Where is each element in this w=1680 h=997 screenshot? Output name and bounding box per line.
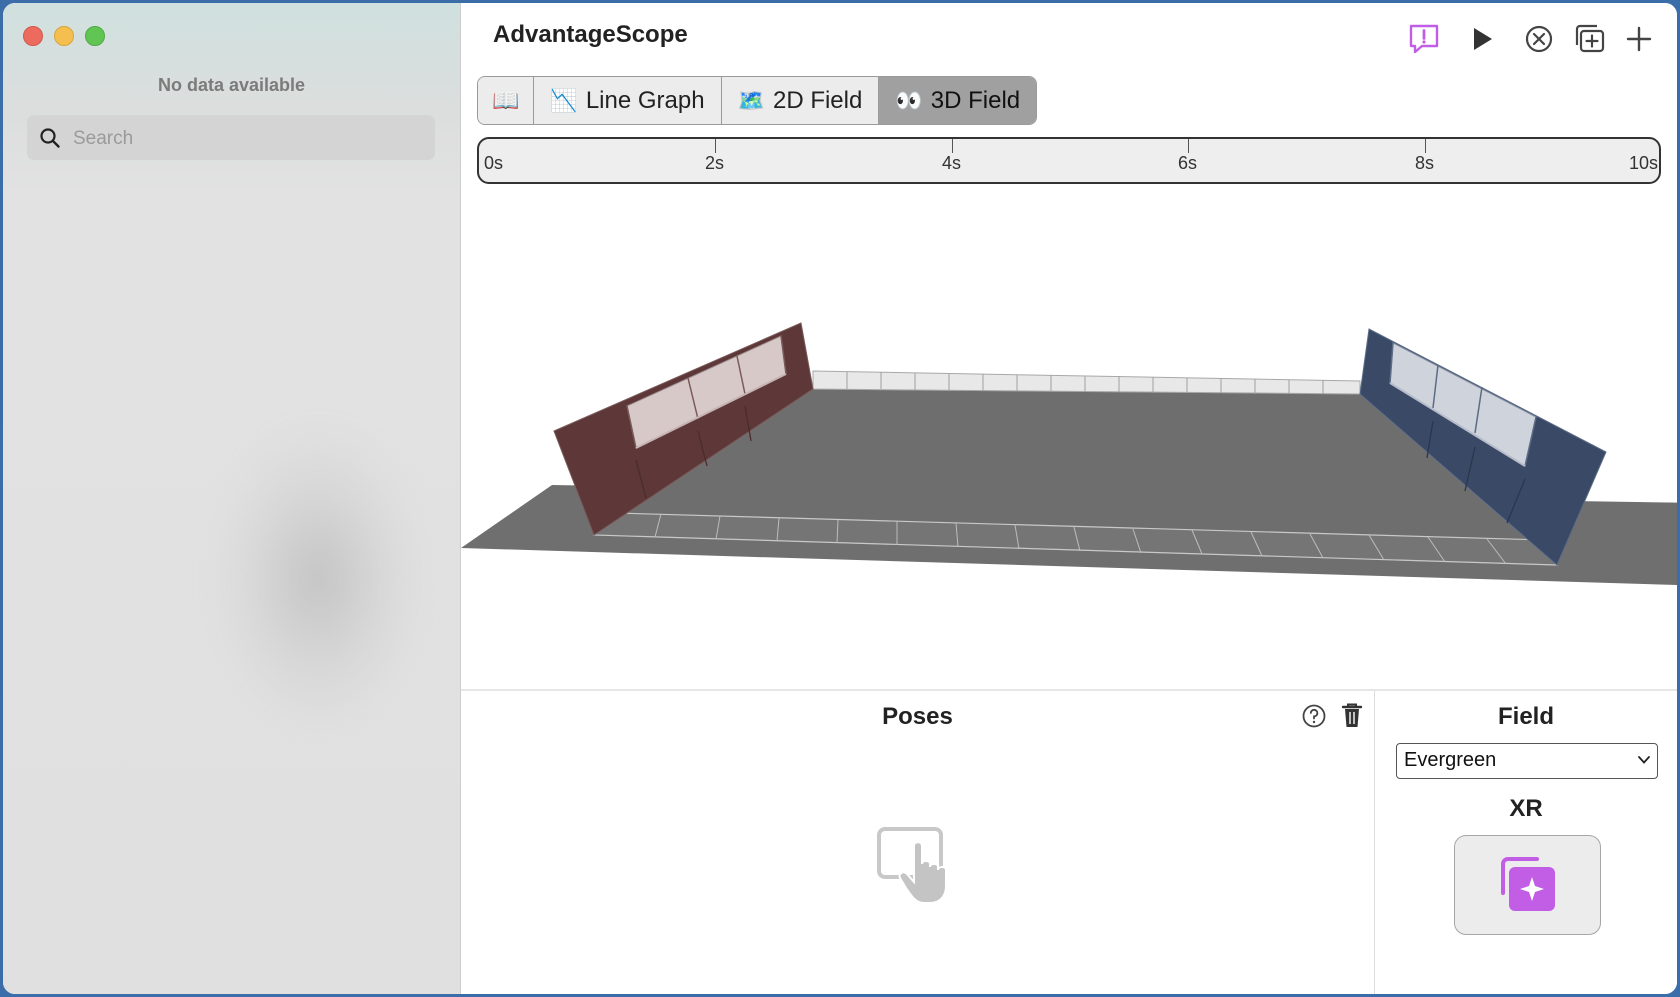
maximize-window-button[interactable] (85, 26, 105, 46)
poses-title: Poses (882, 703, 953, 730)
book-icon: 📖 (492, 87, 520, 113)
no-data-message: No data available (157, 75, 306, 95)
xr-title: XR (1509, 795, 1543, 822)
timeline-label: 8s (1415, 153, 1435, 173)
timeline-label: 0s (484, 153, 504, 173)
tab-2d-field[interactable]: 🗺️ 2D Field (721, 77, 880, 124)
timeline-label: 6s (1178, 153, 1198, 173)
sidebar-background-blur (218, 433, 418, 723)
bottom-panel: Poses Field Evergreen XR (461, 689, 1677, 994)
tab-label: 3D Field (930, 86, 1021, 114)
tab-line-graph[interactable]: 📉 Line Graph (534, 77, 722, 124)
chevron-down-icon (1638, 756, 1650, 764)
feedback-icon (1409, 24, 1439, 54)
play-icon (1474, 28, 1492, 50)
eyes-icon: 👀 (895, 87, 923, 113)
trash-icon[interactable] (1340, 702, 1364, 730)
timeline-label: 2s (705, 153, 725, 173)
field-select-value: Evergreen (1404, 749, 1497, 771)
timeline[interactable]: 0s 2s 4s 6s 8s 10s (477, 137, 1661, 184)
tab-bar: 📖 📉 Line Graph 🗺️ 2D Field 👀 3D Field (477, 76, 1038, 125)
main-panel: AdvantageScope 📖 📉 Line Graph 🗺️ 2D Fiel… (461, 3, 1677, 994)
timeline-label: 10s (1629, 153, 1659, 173)
play-button[interactable] (1463, 21, 1499, 57)
xr-icon (1501, 857, 1555, 911)
field-select[interactable]: Evergreen (1396, 743, 1658, 779)
3d-field-view[interactable] (461, 198, 1677, 688)
search-input[interactable] (71, 115, 425, 162)
field-panel: Field Evergreen XR (1375, 691, 1677, 994)
timeline-label: 4s (942, 153, 962, 173)
new-window-button[interactable] (1571, 21, 1607, 57)
new-window-icon (1575, 24, 1605, 53)
feedback-button[interactable] (1406, 21, 1442, 57)
add-tab-button[interactable] (1621, 21, 1657, 57)
timeline-tick (952, 139, 953, 153)
timeline-tick (1188, 139, 1189, 153)
minimize-window-button[interactable] (54, 26, 74, 46)
sidebar: No data available (3, 3, 461, 994)
drag-here-icon (877, 827, 947, 904)
tab-label: 2D Field (772, 86, 863, 114)
close-tab-icon (1525, 25, 1553, 53)
app-title: AdvantageScope (493, 21, 688, 48)
timeline-tick (1425, 139, 1426, 153)
tab-3d-field[interactable]: 👀 3D Field (879, 77, 1037, 124)
line-graph-icon: 📉 (550, 87, 578, 113)
add-tab-icon (1626, 26, 1652, 52)
tab-label: Line Graph (585, 86, 705, 114)
field-title: Field (1497, 703, 1554, 730)
search-box[interactable] (27, 115, 435, 162)
timeline-tick (715, 139, 716, 153)
app-window: No data available AdvantageScope (3, 3, 1677, 994)
help-icon[interactable] (1301, 703, 1327, 729)
close-tab-button[interactable] (1521, 21, 1557, 57)
poses-panel: Poses (461, 691, 1375, 994)
map-icon: 🗺️ (737, 87, 765, 113)
xr-button[interactable] (1454, 835, 1601, 935)
close-window-button[interactable] (23, 26, 43, 46)
search-icon (40, 128, 60, 148)
tab-documentation[interactable]: 📖 (478, 77, 535, 124)
